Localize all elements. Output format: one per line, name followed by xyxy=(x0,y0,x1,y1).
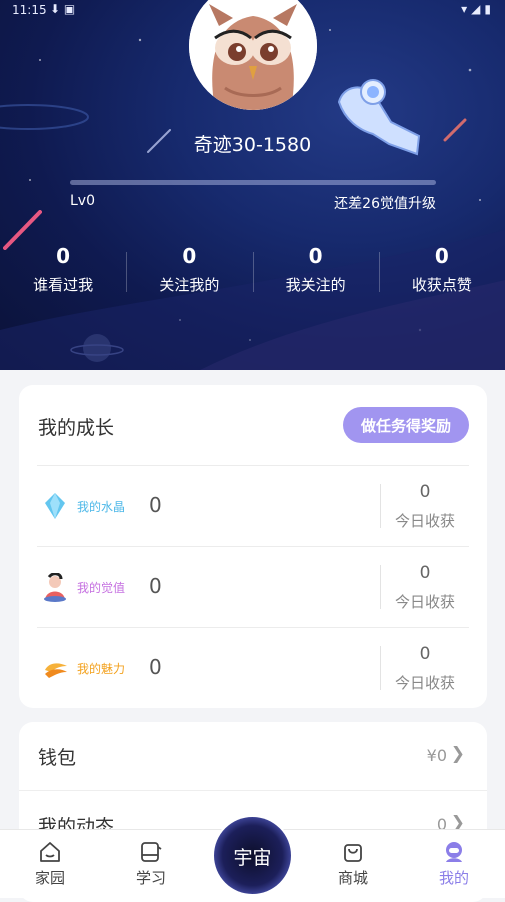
stat-value: 0 xyxy=(308,244,323,268)
stat-likes[interactable]: 0 收获点赞 xyxy=(378,242,505,295)
home-icon xyxy=(38,840,62,864)
status-time: 11:15 xyxy=(12,3,47,17)
stat-label: 谁看过我 xyxy=(33,276,94,294)
task-reward-button[interactable]: 做任务得奖励 xyxy=(343,407,469,443)
stat-following[interactable]: 0 我关注的 xyxy=(252,242,379,295)
growth-value: 0 xyxy=(149,493,162,517)
growth-row-crystal[interactable]: 我的水晶 0 0 今日收获 xyxy=(37,465,469,547)
crystal-icon xyxy=(43,492,67,520)
stat-visitors[interactable]: 0 谁看过我 xyxy=(0,242,126,295)
tab-study[interactable]: 学习 xyxy=(111,830,191,898)
profile-header: 11:15 ⬇ ▣ ▾◢▮ 奇迹30-1580 Lv0 还差26觉值升级 0 谁… xyxy=(0,0,505,370)
stat-label: 关注我的 xyxy=(159,276,220,294)
menu-item-wallet[interactable]: 钱包 ¥0 ❯ xyxy=(19,722,487,791)
level-up-hint: 还差26觉值升级 xyxy=(334,196,436,212)
stat-value: 0 xyxy=(56,244,71,268)
level-label: Lv0 xyxy=(70,193,95,209)
growth-name: 我的魅力 xyxy=(77,662,126,676)
meditation-icon xyxy=(43,572,67,602)
study-icon xyxy=(139,840,163,864)
username: 奇迹30-1580 xyxy=(193,134,312,156)
growth-value: 0 xyxy=(149,574,162,598)
stat-label: 收获点赞 xyxy=(411,276,472,294)
signal-battery-icons: ▾◢▮ xyxy=(461,2,495,16)
growth-row-awareness[interactable]: 我的觉值 0 0 今日收获 xyxy=(37,546,469,628)
growth-value: 0 xyxy=(149,655,162,679)
today-value: 0 xyxy=(419,563,431,583)
tab-home[interactable]: 家园 xyxy=(10,830,90,898)
growth-row-charm[interactable]: 我的魅力 0 0 今日收获 xyxy=(37,627,469,709)
today-label: 今日收获 xyxy=(394,674,455,692)
chevron-right-icon: ❯ xyxy=(450,744,465,764)
level-progress-bar xyxy=(70,180,436,185)
universe-button[interactable]: 宇宙 xyxy=(214,817,291,894)
today-label: 今日收获 xyxy=(394,512,455,530)
profile-stats: 0 谁看过我 0 关注我的 0 我关注的 0 收获点赞 xyxy=(0,242,505,295)
stat-value: 0 xyxy=(182,244,197,268)
growth-card: 我的成长 做任务得奖励 我的水晶 0 0 今日收获 我的觉值 0 0 今日收获 … xyxy=(19,385,487,708)
growth-name: 我的觉值 xyxy=(77,581,126,595)
tab-label: 学习 xyxy=(135,869,166,887)
growth-title: 我的成长 xyxy=(38,417,115,439)
notification-icons: ⬇ ▣ xyxy=(50,2,76,16)
tab-label: 我的 xyxy=(438,869,469,887)
shop-icon xyxy=(341,840,365,864)
tab-label: 商城 xyxy=(337,869,368,887)
tab-label: 家园 xyxy=(34,869,65,887)
today-value: 0 xyxy=(419,644,431,664)
universe-label: 宇宙 xyxy=(233,847,272,869)
profile-icon xyxy=(442,840,466,864)
today-value: 0 xyxy=(419,482,431,502)
charm-icon xyxy=(43,654,67,682)
growth-name: 我的水晶 xyxy=(77,500,126,514)
menu-label: 钱包 xyxy=(38,747,77,769)
tab-profile[interactable]: 我的 xyxy=(414,830,494,898)
today-label: 今日收获 xyxy=(394,593,455,611)
stat-label: 我关注的 xyxy=(285,276,346,294)
stat-followers[interactable]: 0 关注我的 xyxy=(126,242,252,295)
menu-value: ¥0 xyxy=(426,746,447,765)
stat-value: 0 xyxy=(434,244,449,268)
tab-shop[interactable]: 商城 xyxy=(313,830,393,898)
